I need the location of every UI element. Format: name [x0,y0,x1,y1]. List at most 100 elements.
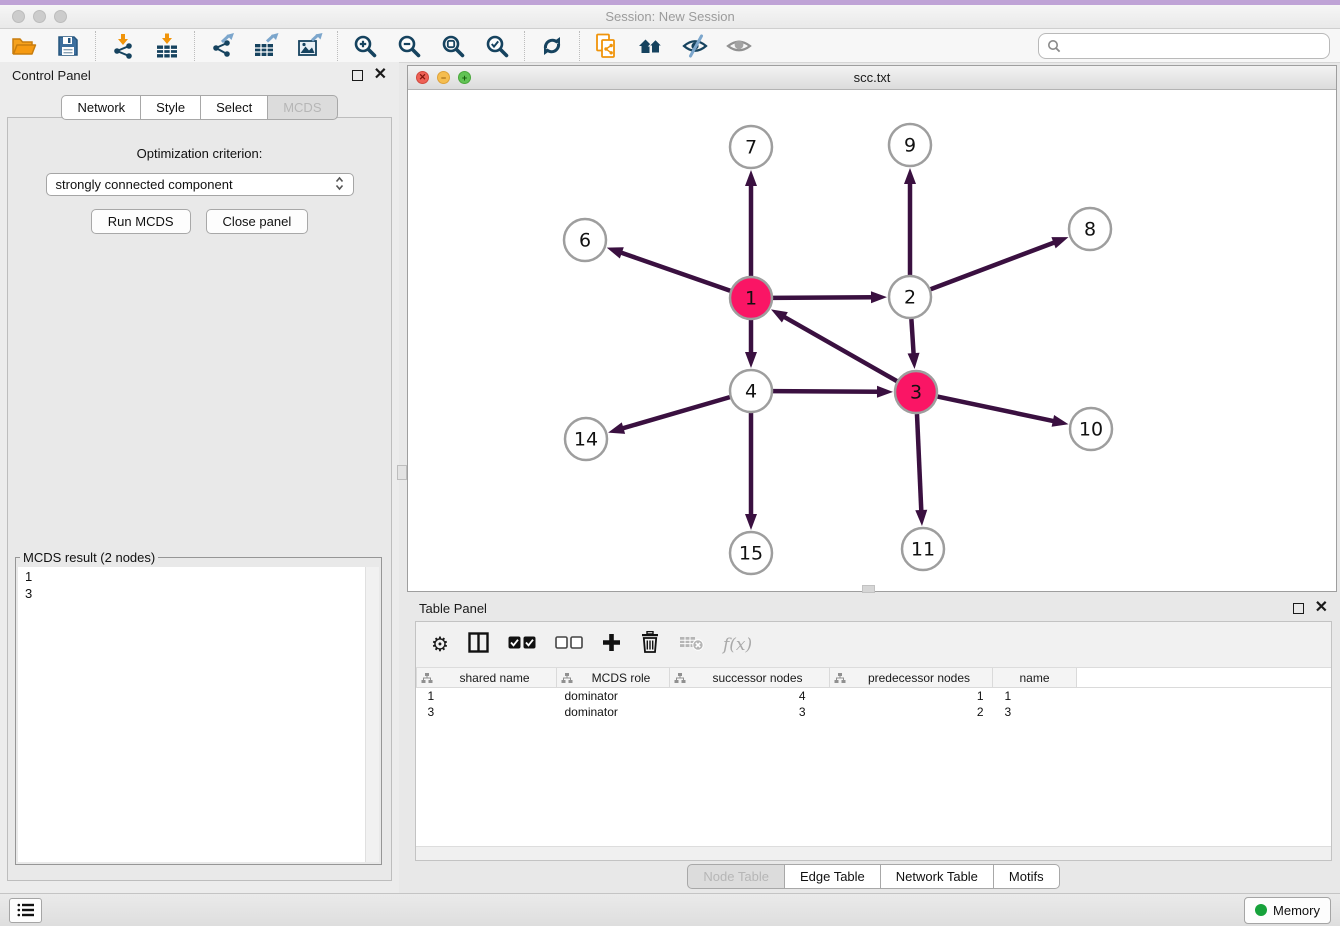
table-cell[interactable]: 2 [830,704,993,720]
search-field[interactable] [1038,33,1330,59]
task-history-button[interactable] [9,898,42,923]
search-input[interactable] [1067,37,1321,54]
column-header-filler [1077,668,1331,688]
float-panel-icon[interactable] [352,70,363,81]
tab-network[interactable]: Network [61,95,141,120]
column-header-predecessor-nodes[interactable]: predecessor nodes [830,668,993,688]
attribute-tree-icon [674,672,686,684]
edge-4-14[interactable] [621,397,730,429]
optimization-criterion-label: Optimization criterion: [8,146,391,161]
table-cell[interactable]: 4 [670,688,830,705]
traffic-lights [12,10,67,23]
save-session-icon[interactable] [54,32,82,60]
result-scrollbar[interactable] [365,567,379,862]
table-cell[interactable]: dominator [557,704,670,720]
edge-4-3[interactable] [773,391,880,392]
export-image-icon[interactable] [296,32,324,60]
network-from-selection-icon[interactable] [593,32,621,60]
mcds-result-title: MCDS result (2 nodes) [20,550,158,565]
show-column-icon[interactable] [468,632,489,658]
attribute-tree-icon [561,672,573,684]
tab-motifs[interactable]: Motifs [993,864,1060,889]
memory-button[interactable]: Memory [1244,897,1331,924]
mcds-result-view[interactable]: 1 3 [18,567,379,862]
edge-1-6[interactable] [619,252,730,291]
edge-3-11[interactable] [917,414,921,513]
table-cell[interactable]: 3 [670,704,830,720]
edge-arrowhead-icon [1051,237,1068,248]
horizontal-splitter-handle[interactable] [862,585,875,593]
zoom-out-icon[interactable] [395,32,423,60]
table-header-row: shared name MCDS role successor nodes pr… [417,668,1331,688]
close-panel-button[interactable]: Close panel [206,209,309,234]
table-cell[interactable]: 3 [993,704,1077,720]
close-table-panel-icon[interactable]: ✕ [1315,602,1328,614]
table-cell[interactable]: 1 [417,688,557,705]
export-table-icon[interactable] [252,32,280,60]
run-mcds-button[interactable]: Run MCDS [91,209,191,234]
table-panel-header: Table Panel ✕ [407,595,1340,621]
delete-row-icon[interactable] [640,631,660,658]
export-network-icon[interactable] [208,32,236,60]
edge-arrowhead-icon [871,291,887,303]
float-table-panel-icon[interactable] [1293,603,1304,614]
control-panel: Control Panel ✕ Network Style Select MCD… [0,62,399,893]
close-window-icon[interactable] [12,10,25,23]
edge-1-2[interactable] [773,297,874,298]
column-header-mcds-role[interactable]: MCDS role [557,668,670,688]
mcds-tab-content: Optimization criterion: strongly connect… [7,117,392,881]
function-builder-icon: f(x) [723,635,752,655]
table-horizontal-scrollbar[interactable] [416,846,1331,860]
zoom-in-icon[interactable] [351,32,379,60]
edge-2-8[interactable] [931,242,1057,290]
deselect-all-icon[interactable] [555,636,583,654]
table-cell[interactable]: dominator [557,688,670,705]
edge-3-10[interactable] [938,397,1056,422]
edge-3-1[interactable] [782,316,897,381]
network-window-titlebar[interactable]: ✕ − + scc.txt [408,66,1336,90]
apply-layout-icon[interactable] [538,32,566,60]
control-panel-header: Control Panel ✕ [0,62,399,88]
vertical-splitter-handle[interactable] [397,465,407,480]
node-table: shared name MCDS role successor nodes pr… [416,668,1331,720]
close-panel-icon[interactable]: ✕ [374,69,387,81]
column-header-name[interactable]: name [993,668,1077,688]
select-all-icon[interactable] [508,636,536,654]
minimize-window-icon[interactable] [33,10,46,23]
edge-2-3[interactable] [911,319,913,356]
edge-arrowhead-icon [915,510,927,526]
column-header-successor-nodes[interactable]: successor nodes [670,668,830,688]
tab-mcds[interactable]: MCDS [267,95,337,120]
open-folder-icon[interactable] [10,32,38,60]
table-cell[interactable]: 1 [830,688,993,705]
network-window-title: scc.txt [408,70,1336,85]
tab-style[interactable]: Style [140,95,201,120]
table-row[interactable]: 1dominator411 [417,688,1331,705]
table-cell[interactable]: 3 [417,704,557,720]
toolbar-separator [194,31,195,61]
table-cell[interactable]: 1 [993,688,1077,705]
import-network-icon[interactable] [109,32,137,60]
first-neighbors-icon[interactable] [637,32,665,60]
zoom-selected-icon[interactable] [483,32,511,60]
hide-graphics-details-icon[interactable] [681,32,709,60]
tab-node-table[interactable]: Node Table [687,864,785,889]
edge-arrowhead-icon [1052,415,1069,427]
toolbar-separator [337,31,338,61]
tab-select[interactable]: Select [200,95,268,120]
node-label: 15 [739,543,763,565]
settings-gear-icon[interactable]: ⚙ [431,635,449,655]
attribute-tree-icon [421,672,433,684]
table-row[interactable]: 3dominator323 [417,704,1331,720]
tab-network-table[interactable]: Network Table [880,864,994,889]
column-header-shared-name[interactable]: shared name [417,668,557,688]
criterion-dropdown[interactable]: strongly connected component [46,173,354,196]
add-row-icon[interactable] [602,633,621,657]
edge-arrowhead-icon [607,247,624,258]
tab-edge-table[interactable]: Edge Table [784,864,881,889]
maximize-window-icon[interactable] [54,10,67,23]
zoom-fit-icon[interactable] [439,32,467,60]
edge-arrowhead-icon [745,170,757,186]
import-table-icon[interactable] [153,32,181,60]
network-canvas[interactable]: 7968124314101511 [408,89,1336,591]
